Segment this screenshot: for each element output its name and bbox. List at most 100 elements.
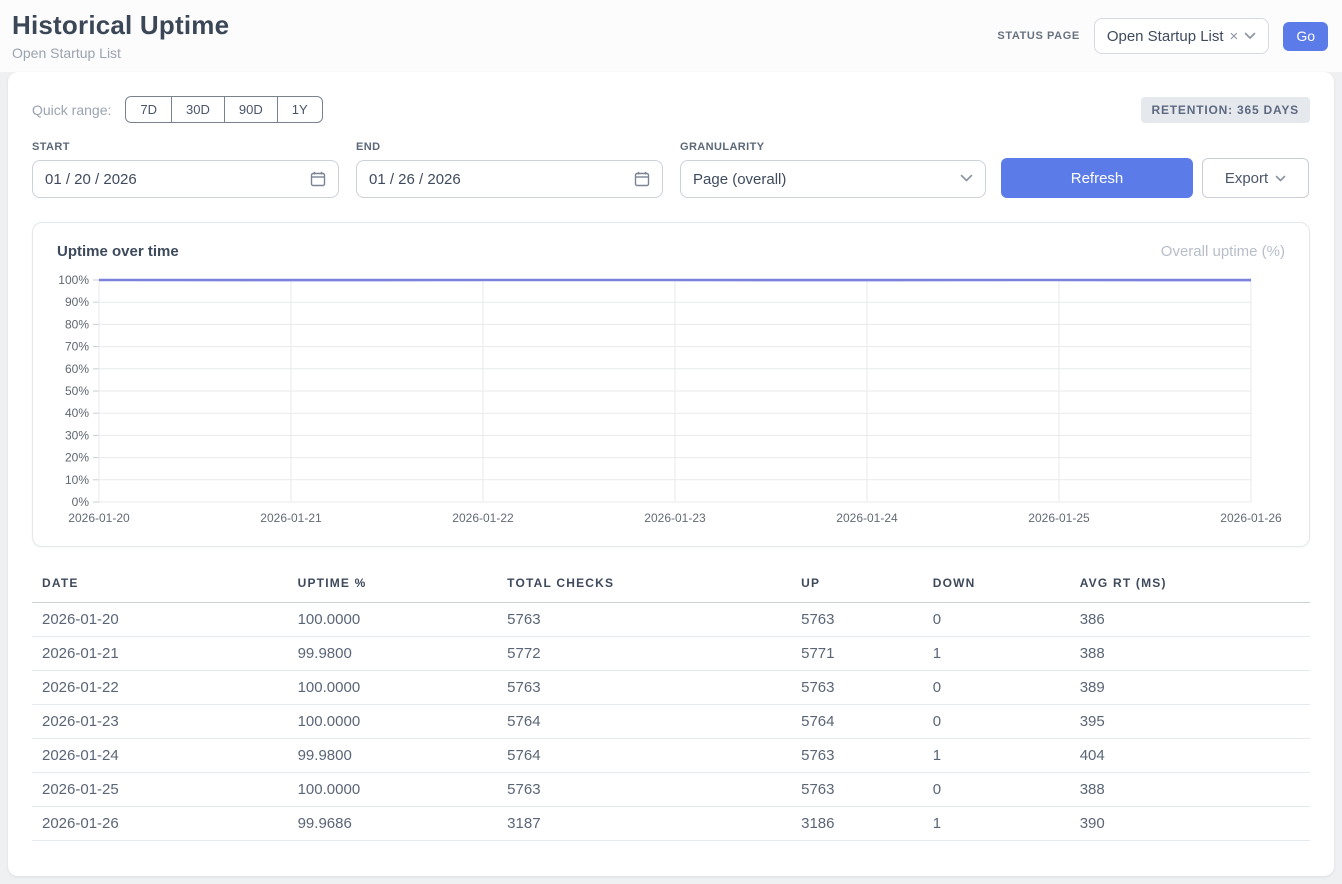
table-cell: 1	[923, 739, 1070, 773]
table-cell: 2026-01-22	[32, 671, 288, 705]
column-header: UP	[791, 570, 923, 603]
granularity-select[interactable]: Page (overall)	[680, 160, 986, 198]
quick-range-1y[interactable]: 1Y	[277, 96, 323, 123]
table-cell: 388	[1070, 773, 1310, 807]
table-cell: 100.0000	[288, 773, 498, 807]
retention-badge: RETENTION: 365 DAYS	[1141, 97, 1310, 123]
uptime-chart-card: Uptime over time Overall uptime (%) 0%10…	[32, 222, 1310, 547]
quick-range-30d[interactable]: 30D	[171, 96, 225, 123]
column-header: TOTAL CHECKS	[497, 570, 791, 603]
table-cell: 5763	[497, 671, 791, 705]
quick-range-7d[interactable]: 7D	[125, 96, 172, 123]
table-cell: 2026-01-24	[32, 739, 288, 773]
table-cell: 386	[1070, 603, 1310, 637]
svg-text:60%: 60%	[65, 362, 89, 376]
svg-text:2026-01-20: 2026-01-20	[68, 511, 130, 525]
svg-text:2026-01-25: 2026-01-25	[1028, 511, 1090, 525]
svg-text:10%: 10%	[65, 473, 89, 487]
page-title: Historical Uptime	[12, 10, 229, 41]
quick-range-label: Quick range:	[32, 102, 111, 118]
table-row: 2026-01-23100.0000576457640395	[32, 705, 1310, 739]
table-cell: 2026-01-23	[32, 705, 288, 739]
status-page-selected-value: Open Startup List	[1107, 28, 1224, 45]
table-cell: 389	[1070, 671, 1310, 705]
table-row: 2026-01-2199.9800577257711388	[32, 637, 1310, 671]
table-cell: 0	[923, 705, 1070, 739]
table-row: 2026-01-22100.0000576357630389	[32, 671, 1310, 705]
go-button[interactable]: Go	[1283, 22, 1328, 51]
table-cell: 5772	[497, 637, 791, 671]
svg-text:2026-01-23: 2026-01-23	[644, 511, 706, 525]
svg-text:50%: 50%	[65, 384, 89, 398]
chevron-down-icon	[960, 170, 973, 188]
chevron-down-icon	[1244, 27, 1256, 45]
table-cell: 0	[923, 671, 1070, 705]
table-cell: 0	[923, 773, 1070, 807]
table-cell: 5764	[791, 705, 923, 739]
table-cell: 388	[1070, 637, 1310, 671]
table-cell: 5763	[791, 773, 923, 807]
table-row: 2026-01-2499.9800576457631404	[32, 739, 1310, 773]
top-header: Historical Uptime Open Startup List STAT…	[0, 0, 1342, 72]
table-cell: 3186	[791, 807, 923, 841]
table-cell: 2026-01-21	[32, 637, 288, 671]
table-cell: 5764	[497, 705, 791, 739]
table-row: 2026-01-2699.9686318731861390	[32, 807, 1310, 841]
end-date-input[interactable]: 01 / 26 / 2026	[356, 160, 663, 198]
uptime-table-header: DATEUPTIME %TOTAL CHECKSUPDOWNAVG RT (MS…	[32, 570, 1310, 603]
table-cell: 390	[1070, 807, 1310, 841]
status-page-picker: STATUS PAGE Open Startup List × Go	[997, 18, 1328, 54]
table-cell: 5764	[497, 739, 791, 773]
calendar-icon[interactable]	[634, 171, 650, 187]
granularity-selected-value: Page (overall)	[693, 171, 786, 188]
chart-title: Uptime over time	[57, 243, 179, 260]
svg-text:2026-01-22: 2026-01-22	[452, 511, 514, 525]
svg-text:2026-01-21: 2026-01-21	[260, 511, 322, 525]
page-subtitle: Open Startup List	[12, 45, 229, 61]
table-cell: 5763	[791, 671, 923, 705]
status-page-select[interactable]: Open Startup List ×	[1094, 18, 1270, 54]
table-cell: 404	[1070, 739, 1310, 773]
svg-text:70%: 70%	[65, 340, 89, 354]
uptime-line-chart: 0%10%20%30%40%50%60%70%80%90%100%2026-01…	[57, 270, 1282, 530]
column-header: AVG RT (MS)	[1070, 570, 1310, 603]
table-cell: 5771	[791, 637, 923, 671]
calendar-icon[interactable]	[310, 171, 326, 187]
column-header: UPTIME %	[288, 570, 498, 603]
start-date-input[interactable]: 01 / 20 / 2026	[32, 160, 339, 198]
export-button-label: Export	[1225, 170, 1268, 187]
table-row: 2026-01-20100.0000576357630386	[32, 603, 1310, 637]
table-cell: 395	[1070, 705, 1310, 739]
chart-legend: Overall uptime (%)	[1161, 243, 1285, 260]
main-panel: Quick range: 7D30D90D1Y RETENTION: 365 D…	[8, 72, 1334, 876]
table-cell: 2026-01-20	[32, 603, 288, 637]
table-cell: 1	[923, 807, 1070, 841]
uptime-table: DATEUPTIME %TOTAL CHECKSUPDOWNAVG RT (MS…	[32, 570, 1310, 841]
start-date-label: START	[32, 141, 339, 153]
table-cell: 0	[923, 603, 1070, 637]
svg-text:30%: 30%	[65, 428, 89, 442]
refresh-button[interactable]: Refresh	[1001, 158, 1193, 198]
svg-text:100%: 100%	[58, 273, 89, 287]
title-block: Historical Uptime Open Startup List	[12, 10, 229, 61]
table-row: 2026-01-25100.0000576357630388	[32, 773, 1310, 807]
table-cell: 5763	[497, 603, 791, 637]
svg-text:40%: 40%	[65, 406, 89, 420]
table-cell: 100.0000	[288, 705, 498, 739]
quick-range-90d[interactable]: 90D	[224, 96, 278, 123]
table-cell: 99.9800	[288, 739, 498, 773]
clear-selection-icon[interactable]: ×	[1230, 28, 1239, 45]
chevron-down-icon	[1275, 170, 1286, 187]
table-cell: 2026-01-25	[32, 773, 288, 807]
export-button[interactable]: Export	[1202, 158, 1309, 198]
column-header: DOWN	[923, 570, 1070, 603]
table-cell: 5763	[497, 773, 791, 807]
table-cell: 2026-01-26	[32, 807, 288, 841]
svg-text:20%: 20%	[65, 451, 89, 465]
table-cell: 99.9686	[288, 807, 498, 841]
table-cell: 100.0000	[288, 603, 498, 637]
svg-text:90%: 90%	[65, 295, 89, 309]
uptime-table-body: 2026-01-20100.00005763576303862026-01-21…	[32, 603, 1310, 841]
table-cell: 99.9800	[288, 637, 498, 671]
status-page-label: STATUS PAGE	[997, 30, 1079, 42]
